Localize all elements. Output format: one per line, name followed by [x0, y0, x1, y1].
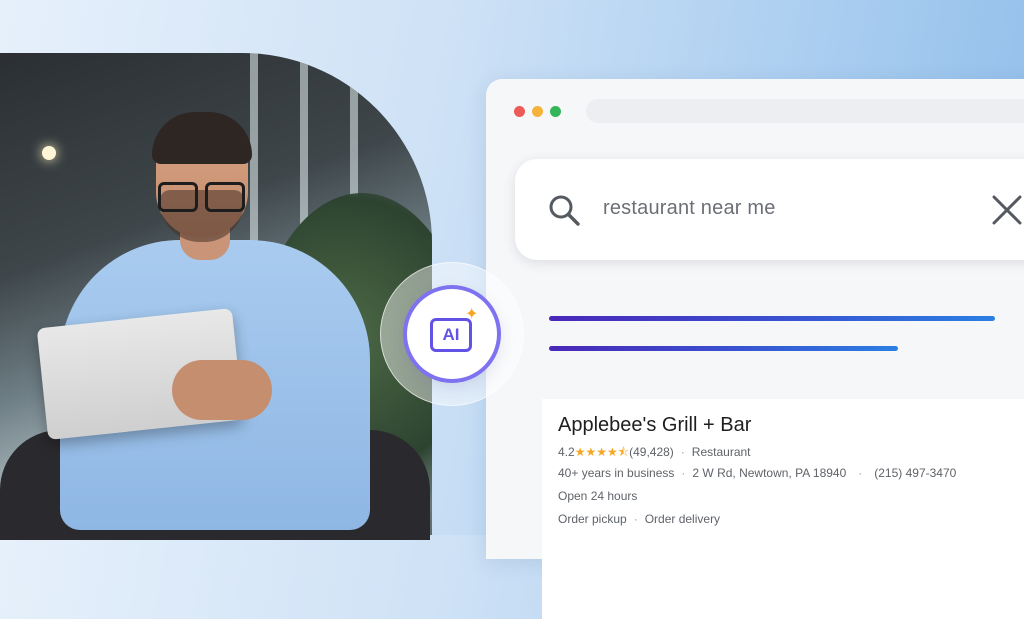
search-box[interactable]: restaurant near me: [515, 159, 1024, 260]
separator: ·: [633, 512, 638, 526]
glasses-right-lens: [205, 182, 245, 212]
separator: ·: [858, 466, 863, 480]
business-address[interactable]: 2 W Rd, Newtown, PA 18940: [692, 466, 846, 480]
business-result-card[interactable]: Applebee's Grill + Bar 4.2★★★★⯪(49,428) ·…: [542, 399, 1024, 619]
order-pickup-link[interactable]: Order pickup: [558, 512, 627, 526]
ai-answer-line: [549, 316, 995, 321]
rating-row: 4.2★★★★⯪(49,428) · Restaurant: [558, 443, 751, 464]
search-icon[interactable]: [547, 193, 581, 227]
ai-badge: AI ✦: [407, 289, 497, 379]
window-close-dot[interactable]: [514, 106, 525, 117]
glasses-left-lens: [158, 182, 198, 212]
rating-value: 4.2: [558, 445, 575, 459]
business-phone[interactable]: (215) 497-3470: [874, 466, 956, 480]
close-icon[interactable]: [991, 194, 1023, 226]
hand: [172, 360, 272, 420]
ai-answer-line: [549, 346, 898, 351]
window-maximize-dot[interactable]: [550, 106, 561, 117]
actions-row: Order pickup · Order delivery: [558, 512, 720, 526]
rating-stars: ★★★★⯪: [574, 445, 630, 459]
review-count[interactable]: (49,428): [629, 445, 674, 459]
search-input[interactable]: restaurant near me: [603, 197, 776, 220]
business-name[interactable]: Applebee's Grill + Bar: [558, 414, 751, 437]
details-row: 40+ years in business · 2 W Rd, Newtown, P…: [558, 466, 956, 480]
ceiling-light: [42, 146, 56, 160]
sparkle-icon: ✦: [465, 306, 479, 323]
address-bar[interactable]: [586, 99, 1024, 123]
browser-window: restaurant near me Applebee's Grill + Ba…: [486, 79, 1024, 619]
business-hours: Open 24 hours: [558, 489, 638, 503]
separator: ·: [680, 445, 685, 459]
business-category: Restaurant: [691, 445, 751, 459]
ai-label: AI: [430, 318, 472, 352]
order-delivery-link[interactable]: Order delivery: [645, 512, 720, 526]
years-in-business: 40+ years in business: [558, 466, 675, 480]
window-minimize-dot[interactable]: [532, 106, 543, 117]
separator: ·: [681, 466, 686, 480]
